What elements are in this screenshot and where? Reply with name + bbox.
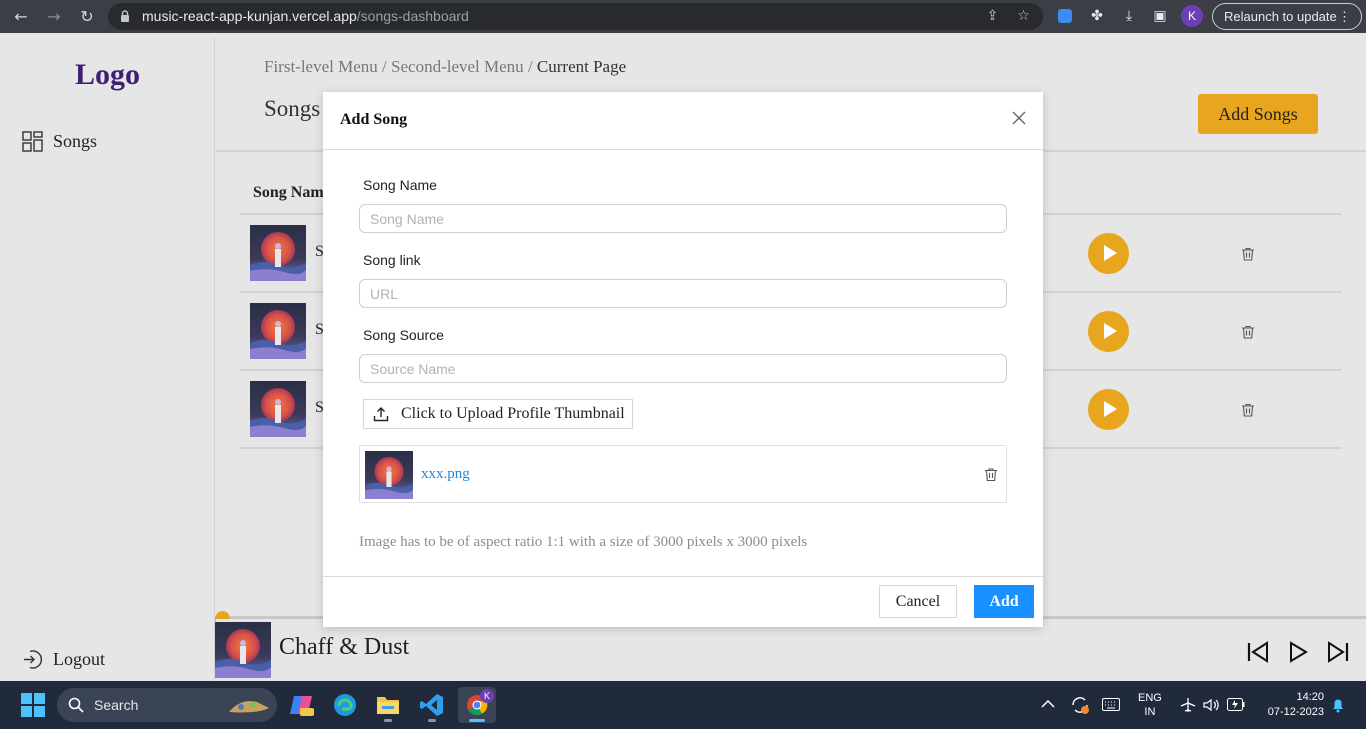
- forward-icon[interactable]: →: [43, 6, 65, 28]
- download-icon[interactable]: ⤓: [1120, 7, 1138, 25]
- taskbar-app-edge[interactable]: [326, 687, 364, 723]
- song-link-label: Song link: [363, 252, 421, 268]
- airplane-mode-icon[interactable]: [1180, 697, 1196, 713]
- close-icon[interactable]: [1011, 110, 1027, 126]
- uploaded-file-name[interactable]: xxx.png: [421, 466, 470, 483]
- browser-toolbar: ← → ↻ music-react-app-kunjan.vercel.app/…: [0, 0, 1366, 33]
- clock[interactable]: 14:20 07-12-2023: [1268, 690, 1324, 718]
- notification-bell-icon[interactable]: [1331, 697, 1345, 713]
- keyboard-icon[interactable]: [1102, 698, 1120, 711]
- song-name-input[interactable]: [359, 204, 1007, 233]
- search-highlight-icon: [229, 701, 269, 713]
- profile-badge: K: [480, 689, 494, 703]
- back-icon[interactable]: ←: [10, 6, 32, 28]
- battery-icon[interactable]: [1227, 698, 1245, 711]
- extensions-puzzle-icon[interactable]: ✤: [1088, 7, 1106, 25]
- bookmark-star-icon[interactable]: ☆: [1015, 8, 1032, 25]
- folder-icon: [377, 697, 399, 714]
- relaunch-button[interactable]: Relaunch to update ⋮: [1212, 3, 1362, 30]
- sync-icon[interactable]: [1070, 695, 1090, 715]
- taskbar-app-chrome[interactable]: K: [458, 687, 496, 723]
- modal-title: Add Song: [340, 111, 408, 128]
- uploaded-file-item: xxx.png: [359, 445, 1007, 503]
- divider: [323, 576, 1043, 577]
- copilot-icon: [290, 696, 314, 716]
- upload-label: Click to Upload Profile Thumbnail: [401, 405, 625, 422]
- cancel-button[interactable]: Cancel: [879, 585, 957, 618]
- search-label: Search: [94, 697, 139, 713]
- song-source-label: Song Source: [363, 327, 444, 343]
- profile-avatar[interactable]: K: [1181, 5, 1203, 27]
- url-text: music-react-app-kunjan.vercel.app/songs-…: [142, 8, 469, 24]
- taskbar: Search K ENG IN 14:20 07-12-2023: [0, 681, 1366, 729]
- running-indicator: [469, 719, 485, 722]
- taskbar-app-copilot[interactable]: [283, 687, 321, 723]
- taskbar-app-vscode[interactable]: [413, 687, 451, 723]
- extension-square-icon[interactable]: [1056, 7, 1074, 25]
- add-button[interactable]: Add: [974, 585, 1034, 618]
- address-bar[interactable]: music-react-app-kunjan.vercel.app/songs-…: [108, 3, 1043, 30]
- lock-icon: [121, 10, 129, 22]
- uploaded-thumbnail: [365, 451, 413, 499]
- clock-date: 07-12-2023: [1267, 706, 1324, 718]
- language-indicator[interactable]: ENG IN: [1138, 691, 1162, 719]
- chevron-up-icon[interactable]: [1041, 699, 1055, 709]
- song-source-input[interactable]: [359, 354, 1007, 383]
- running-indicator: [428, 719, 436, 722]
- windows-start-icon[interactable]: [21, 693, 45, 717]
- taskbar-search[interactable]: Search: [57, 688, 277, 722]
- song-name-label: Song Name: [363, 177, 437, 193]
- edge-icon: [334, 694, 356, 716]
- running-indicator: [384, 719, 392, 722]
- trash-icon[interactable]: [984, 467, 998, 482]
- upload-thumbnail-button[interactable]: Click to Upload Profile Thumbnail: [363, 399, 633, 429]
- upload-hint: Image has to be of aspect ratio 1:1 with…: [359, 534, 808, 550]
- upload-icon: [373, 407, 389, 422]
- clock-time: 14:20: [1296, 691, 1324, 703]
- song-link-input[interactable]: [359, 279, 1007, 308]
- taskbar-app-file-explorer[interactable]: [369, 687, 407, 723]
- menu-dots-icon[interactable]: ⋮: [1338, 4, 1351, 29]
- add-song-modal: Add Song Song Name Song link Song Source…: [323, 92, 1043, 627]
- divider: [323, 149, 1043, 150]
- search-icon: [68, 697, 84, 713]
- reload-icon[interactable]: ↻: [76, 6, 98, 28]
- vscode-icon: [420, 694, 443, 716]
- volume-icon[interactable]: [1203, 697, 1219, 713]
- share-icon[interactable]: ⇪: [984, 8, 1001, 25]
- sidepanel-icon[interactable]: ▣: [1151, 7, 1169, 25]
